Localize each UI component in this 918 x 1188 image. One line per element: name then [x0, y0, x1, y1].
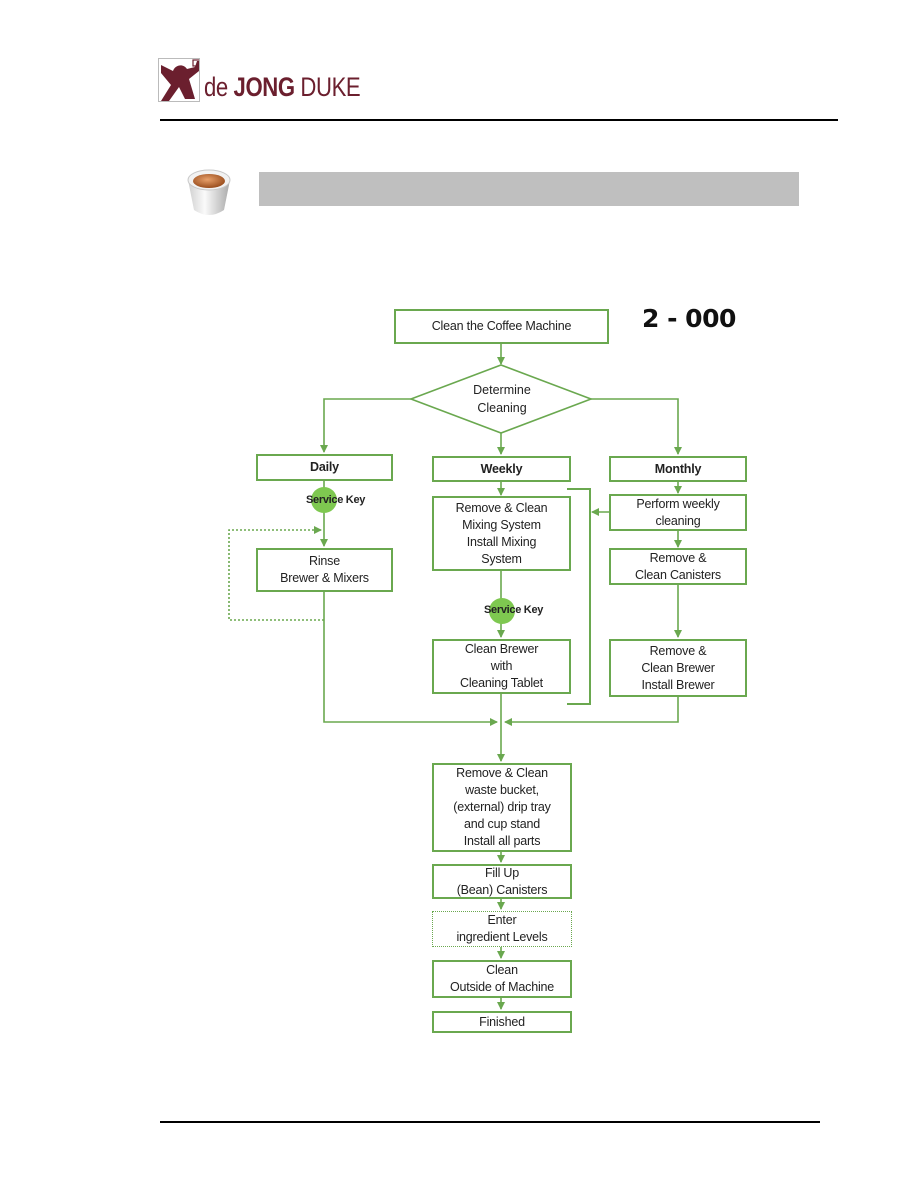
arrow-to-daily — [320, 398, 411, 453]
arrow-monthly-to-merge — [504, 697, 679, 726]
monthly-step-canisters: Remove & Clean Canisters — [609, 548, 747, 585]
daily-service-key: Service Key — [306, 494, 366, 506]
weekly-step-mixing: Remove & Clean Mixing System Install Mix… — [432, 496, 571, 571]
daily-node: Daily — [256, 454, 393, 481]
decision-label: Determine Cleaning — [473, 383, 531, 415]
common-step-levels: Enter ingredient Levels — [432, 911, 572, 947]
common-step-fill: Fill Up (Bean) Canisters — [432, 864, 572, 899]
weekly-service-key: Service Key — [484, 604, 544, 616]
monthly-step-weekly: Perform weekly cleaning — [609, 494, 747, 531]
weekly-node: Weekly — [432, 456, 571, 482]
footer-rule — [160, 1121, 820, 1123]
common-step-waste: Remove & Clean waste bucket, (external) … — [432, 763, 572, 852]
weekly-step-brewer: Clean Brewer with Cleaning Tablet — [432, 639, 571, 694]
arrow-to-monthly — [591, 398, 682, 455]
monthly-node: Monthly — [609, 456, 747, 482]
monthly-step-brewer: Remove & Clean Brewer Install Brewer — [609, 639, 747, 697]
finish-node: Finished — [432, 1011, 572, 1033]
common-step-outside: Clean Outside of Machine — [432, 960, 572, 998]
start-node: Clean the Coffee Machine — [394, 309, 609, 344]
daily-step-rinse: Rinse Brewer & Mixers — [256, 548, 393, 592]
flow-connectors — [228, 343, 682, 1010]
